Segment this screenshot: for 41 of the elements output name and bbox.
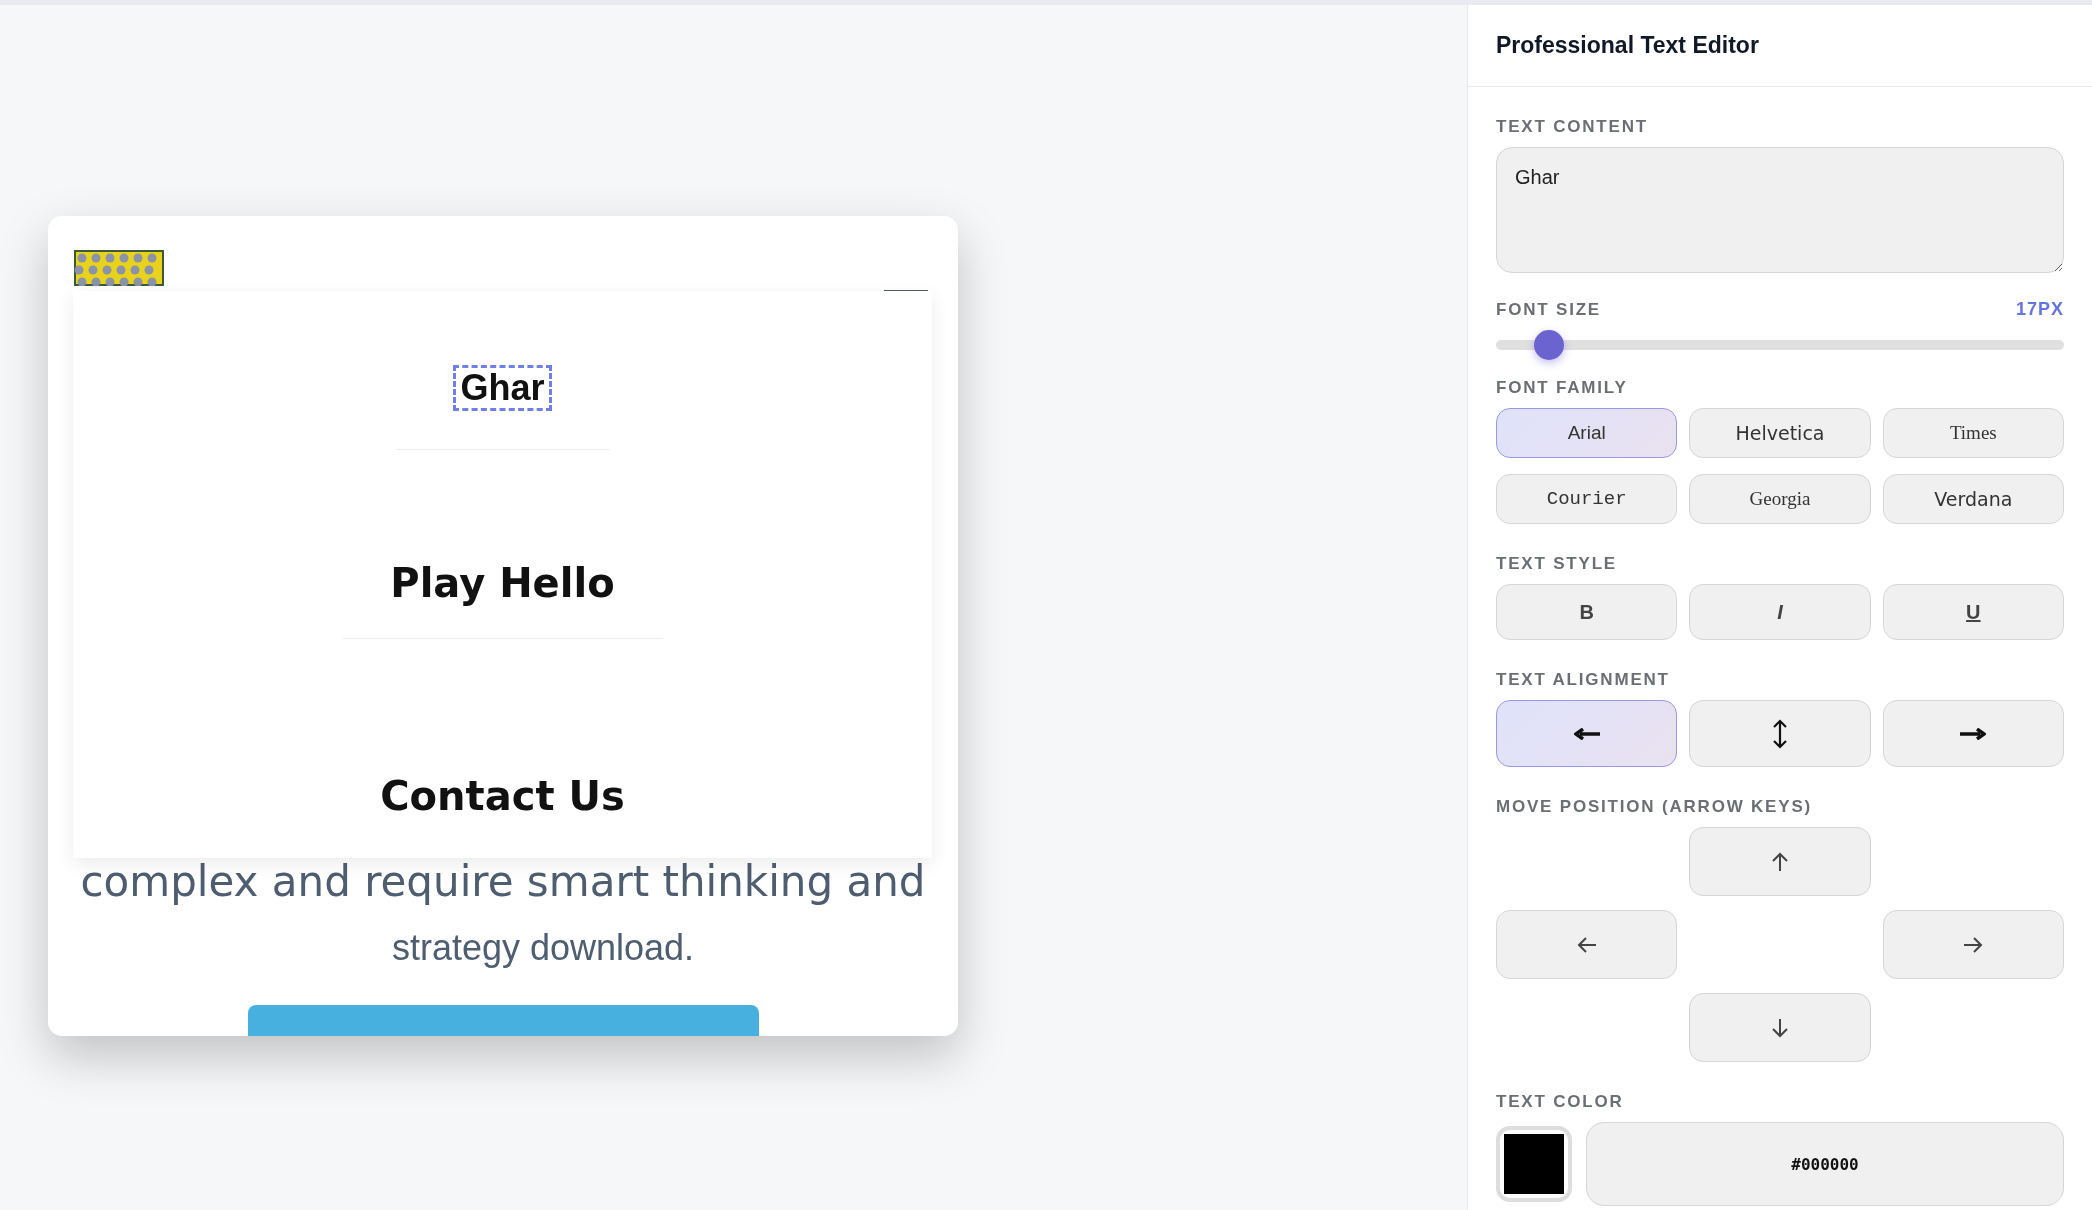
move-button[interactable] (1689, 993, 1871, 1062)
section-label: FONT FAMILY (1496, 378, 1629, 398)
font-option-button[interactable]: Arial (1496, 408, 1678, 458)
section-label: MOVE POSITION (ARROW KEYS) (1496, 797, 1813, 817)
move-button[interactable] (1882, 910, 2064, 979)
body-text: complex and require smart thinking and (80, 856, 926, 908)
style-toggle-button[interactable]: U (1882, 584, 2064, 640)
right-arrow-icon (1960, 727, 1987, 740)
text-content-field[interactable]: Ghar (1496, 147, 2064, 273)
font-option-button[interactable]: Times (1882, 408, 2064, 458)
section-label: TEXT CONTENT (1496, 117, 1649, 137)
font-option-button[interactable]: Helvetica (1689, 408, 1871, 458)
font-option-button[interactable]: Courier (1496, 474, 1678, 524)
left-arrow-icon (1573, 727, 1600, 740)
section-label: TEXT COLOR (1496, 1092, 1625, 1112)
section-label: FONT SIZE (1496, 299, 1601, 320)
logo-icon (74, 250, 164, 286)
alignment-button[interactable] (1496, 700, 1678, 767)
color-swatch[interactable] (1496, 1126, 1572, 1202)
menu-item[interactable]: Ghar (453, 365, 552, 411)
section-label: TEXT STYLE (1496, 554, 1618, 574)
panel-title: Professional Text Editor (1496, 32, 1759, 59)
slider-thumb[interactable] (1533, 330, 1564, 360)
font-option-button[interactable]: Verdana (1882, 474, 2064, 524)
font-size-reading: 17PX (2015, 299, 2064, 320)
hex-color-field[interactable]: #000000 (1586, 1122, 2064, 1206)
body-text: strategy download. (391, 926, 695, 970)
move-button[interactable] (1496, 910, 1678, 979)
move-button[interactable] (1689, 827, 1871, 896)
menu-item[interactable]: Play Hello (383, 557, 622, 608)
alignment-button[interactable] (1882, 700, 2064, 767)
alignment-button[interactable] (1689, 700, 1871, 767)
font-option-button[interactable]: Georgia (1689, 474, 1871, 524)
down-arrow-icon (1769, 1016, 1791, 1039)
cta-button[interactable] (248, 1005, 759, 1036)
menu-item[interactable]: Contact Us (373, 770, 632, 821)
font-size-slider[interactable] (1496, 330, 2064, 360)
section-label: TEXT ALIGNMENT (1496, 670, 1671, 690)
up-down-arrow-icon (1772, 718, 1788, 749)
style-toggle-button[interactable]: I (1689, 584, 1871, 640)
style-toggle-button[interactable]: B (1496, 584, 1678, 640)
